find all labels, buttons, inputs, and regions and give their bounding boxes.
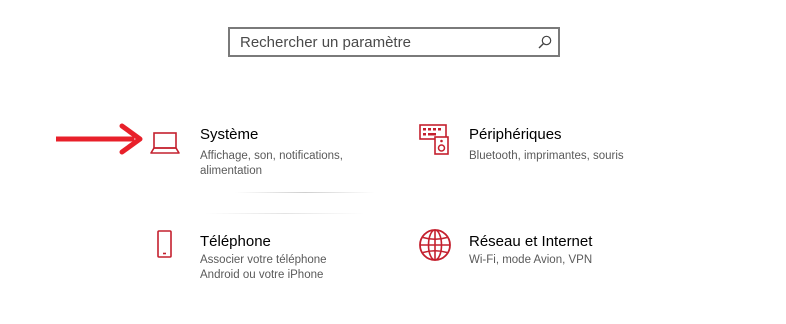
search-icon[interactable] (537, 34, 553, 50)
tile-title: Téléphone (200, 233, 271, 250)
tile-description: Associer votre téléphone Android ou votr… (200, 254, 327, 281)
tile-title: Système (200, 126, 259, 143)
arrow-icon (56, 123, 143, 155)
tile-peripheriques[interactable]: Périphériques Bluetooth, imprimantes, so… (418, 122, 678, 184)
tile-description: Affichage, son, notifications, alimentat… (200, 150, 343, 177)
tile-title: Périphériques (469, 126, 562, 143)
tile-description: Wi-Fi, mode Avion, VPN (469, 254, 593, 266)
tile-description: Bluetooth, imprimantes, souris (469, 150, 624, 162)
phone-icon (157, 230, 172, 258)
divider (235, 192, 375, 193)
keyboard-speaker-icon (419, 124, 449, 155)
globe-icon (419, 229, 451, 261)
tile-telephone[interactable]: Téléphone Associer votre téléphone Andro… (148, 228, 378, 290)
laptop-icon (150, 132, 180, 154)
search-input[interactable] (230, 29, 530, 55)
search-box[interactable] (228, 27, 560, 57)
tile-reseau-internet[interactable]: Réseau et Internet Wi-Fi, mode Avion, VP… (418, 228, 678, 290)
divider (205, 213, 365, 214)
tile-systeme[interactable]: Système Affichage, son, notifications, a… (148, 122, 378, 184)
tile-title: Réseau et Internet (469, 233, 593, 250)
